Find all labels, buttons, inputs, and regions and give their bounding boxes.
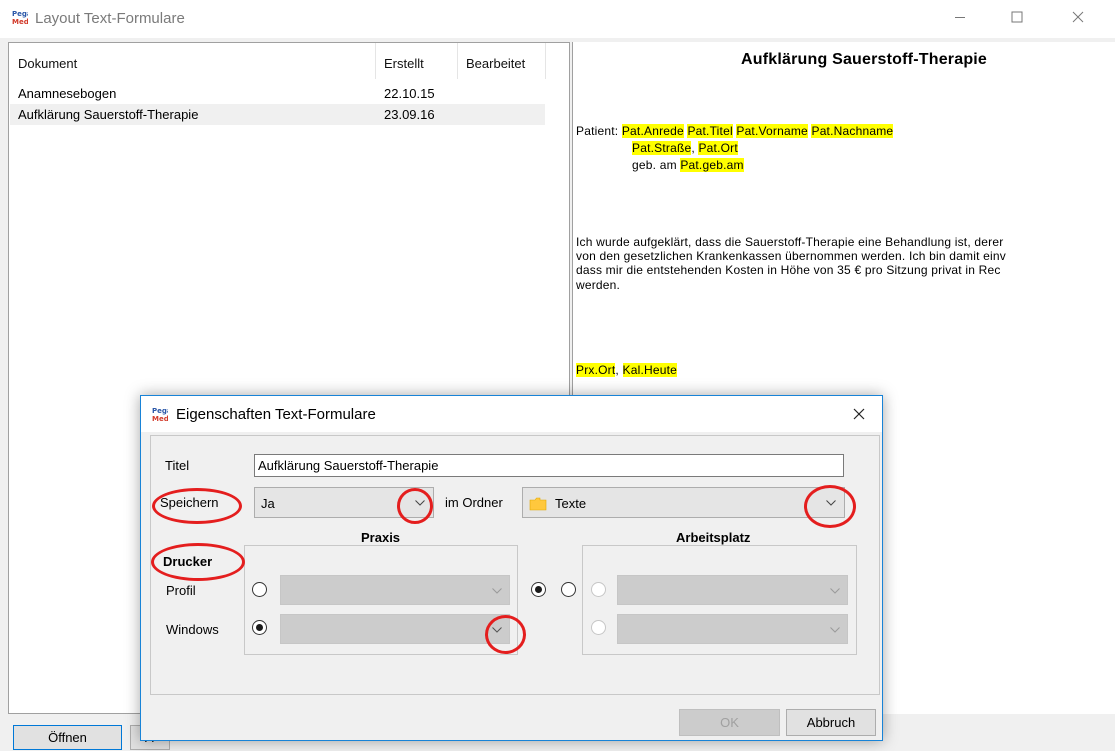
list-item-selected[interactable]: Aufklärung Sauerstoff-Therapie 23.09.16 xyxy=(10,104,545,125)
chevron-down-icon xyxy=(830,588,840,594)
window-titlebar: Pega Med Layout Text-Formulare xyxy=(0,0,1115,38)
column-header-bearbeitet[interactable]: Bearbeitet xyxy=(458,43,546,79)
preview-title: Aufklärung Sauerstoff-Therapie xyxy=(741,51,988,68)
app-logo-icon: Pega Med xyxy=(12,10,28,25)
arbeitsplatz-group-right-line xyxy=(856,545,857,655)
chevron-down-icon xyxy=(492,588,502,594)
list-item-erstellt: 22.10.15 xyxy=(384,86,435,101)
body-line-4: werden. xyxy=(576,278,621,292)
close-window-button[interactable] xyxy=(1055,0,1101,34)
praxis-group-top-line xyxy=(244,545,517,546)
close-icon xyxy=(853,408,865,420)
field-pat-strasse: Pat.Straße xyxy=(632,141,692,155)
annotation-circle-windows-dropdown xyxy=(485,615,526,654)
ordner-label: im Ordner xyxy=(445,495,503,510)
svg-text:Pega: Pega xyxy=(12,10,28,18)
chevron-down-icon xyxy=(830,627,840,633)
field-kal-heute: Kal.Heute xyxy=(622,363,677,377)
body-line-3: dass mir die entstehenden Kosten in Höhe… xyxy=(576,263,1001,277)
field-pat-vorname: Pat.Vorname xyxy=(736,124,808,138)
folder-icon xyxy=(529,497,547,511)
printer-source-arbeitsplatz-radio[interactable] xyxy=(561,582,576,597)
arbeitsplatz-profil-radio[interactable] xyxy=(591,582,606,597)
field-pat-anrede: Pat.Anrede xyxy=(621,124,684,138)
ordner-select[interactable]: Texte xyxy=(522,487,845,518)
praxis-windows-select[interactable] xyxy=(280,614,510,644)
address-comma: , xyxy=(691,141,695,155)
minimize-icon xyxy=(955,17,965,18)
list-item-erstellt: 23.09.16 xyxy=(384,107,435,122)
praxis-group-title: Praxis xyxy=(361,530,401,545)
svg-text:Pega: Pega xyxy=(152,407,168,415)
properties-dialog: Pega Med Eigenschaften Text-Formulare Ti… xyxy=(140,395,883,741)
window-title: Layout Text-Formulare xyxy=(35,10,185,27)
svg-text:Med: Med xyxy=(12,18,28,25)
profil-label: Profil xyxy=(166,583,196,598)
dialog-title: Eigenschaften Text-Formulare xyxy=(176,406,376,423)
annotation-circle-ordner-dropdown xyxy=(804,485,856,528)
speichern-value: Ja xyxy=(261,496,275,511)
body-line-1: Ich wurde aufgeklärt, dass die Sauerstof… xyxy=(576,235,1004,249)
windows-label: Windows xyxy=(166,622,219,637)
arbeitsplatz-profil-select[interactable] xyxy=(617,575,848,605)
arbeitsplatz-windows-select[interactable] xyxy=(617,614,848,644)
list-item[interactable]: Anamnesebogen 22.10.15 xyxy=(10,83,545,104)
dialog-logo-icon: Pega Med xyxy=(152,407,168,422)
arbeitsplatz-group-top-line xyxy=(582,545,856,546)
arbeitsplatz-group-bottom-line xyxy=(582,654,856,655)
body-line-2: von den gesetzlichen Krankenkassen übern… xyxy=(576,249,1006,263)
maximize-icon xyxy=(1011,11,1023,23)
svg-text:Med: Med xyxy=(152,415,168,422)
list-header: Dokument Erstellt Bearbeitet xyxy=(9,43,569,79)
field-pat-gebam: Pat.geb.am xyxy=(680,158,744,172)
field-pat-nachname: Pat.Nachname xyxy=(811,124,894,138)
place-date-line: Prx.Ort, Kal.Heute xyxy=(576,363,677,378)
annotation-circle-drucker xyxy=(151,543,245,581)
praxis-profil-select[interactable] xyxy=(280,575,510,605)
address-line: Pat.Straße, Pat.Ort xyxy=(632,141,738,156)
titel-input[interactable]: Aufklärung Sauerstoff-Therapie xyxy=(254,454,844,477)
maximize-button[interactable] xyxy=(994,0,1040,34)
arbeitsplatz-windows-radio[interactable] xyxy=(591,620,606,635)
patient-label: Patient: xyxy=(576,124,619,138)
printer-source-praxis-radio[interactable] xyxy=(531,582,546,597)
dialog-content-panel: Titel Aufklärung Sauerstoff-Therapie Spe… xyxy=(150,435,880,695)
field-pat-titel: Pat.Titel xyxy=(687,124,733,138)
list-item-dokument: Anamnesebogen xyxy=(18,86,117,101)
minimize-button[interactable] xyxy=(937,0,983,34)
praxis-windows-radio[interactable] xyxy=(252,620,267,635)
birthdate-line: geb. am Pat.geb.am xyxy=(632,158,744,173)
patient-line: Patient: Pat.Anrede Pat.Titel Pat.Vornam… xyxy=(576,124,894,139)
dialog-close-button[interactable] xyxy=(841,400,877,428)
field-prx-ort: Prx.Ort xyxy=(576,363,616,377)
close-icon xyxy=(1072,11,1084,23)
field-pat-ort: Pat.Ort xyxy=(698,141,738,155)
column-header-dokument[interactable]: Dokument xyxy=(10,43,376,79)
column-header-erstellt[interactable]: Erstellt xyxy=(376,43,458,79)
place-date-comma: , xyxy=(615,363,619,377)
dialog-titlebar: Pega Med Eigenschaften Text-Formulare xyxy=(141,396,882,432)
ordner-value: Texte xyxy=(555,496,587,511)
annotation-circle-speichern-dropdown xyxy=(397,488,433,524)
titel-label: Titel xyxy=(165,458,190,473)
arbeitsplatz-group-title: Arbeitsplatz xyxy=(676,530,751,545)
praxis-profil-radio[interactable] xyxy=(252,582,267,597)
annotation-circle-speichern xyxy=(152,488,242,524)
cancel-button[interactable]: Abbruch xyxy=(786,709,876,736)
arbeitsplatz-group-left-line xyxy=(582,545,583,655)
geb-label: geb. am xyxy=(632,158,677,172)
praxis-group-bottom-line xyxy=(244,654,517,655)
open-button[interactable]: Öffnen xyxy=(13,725,122,750)
ok-button[interactable]: OK xyxy=(679,709,780,736)
list-item-dokument: Aufklärung Sauerstoff-Therapie xyxy=(18,107,199,122)
